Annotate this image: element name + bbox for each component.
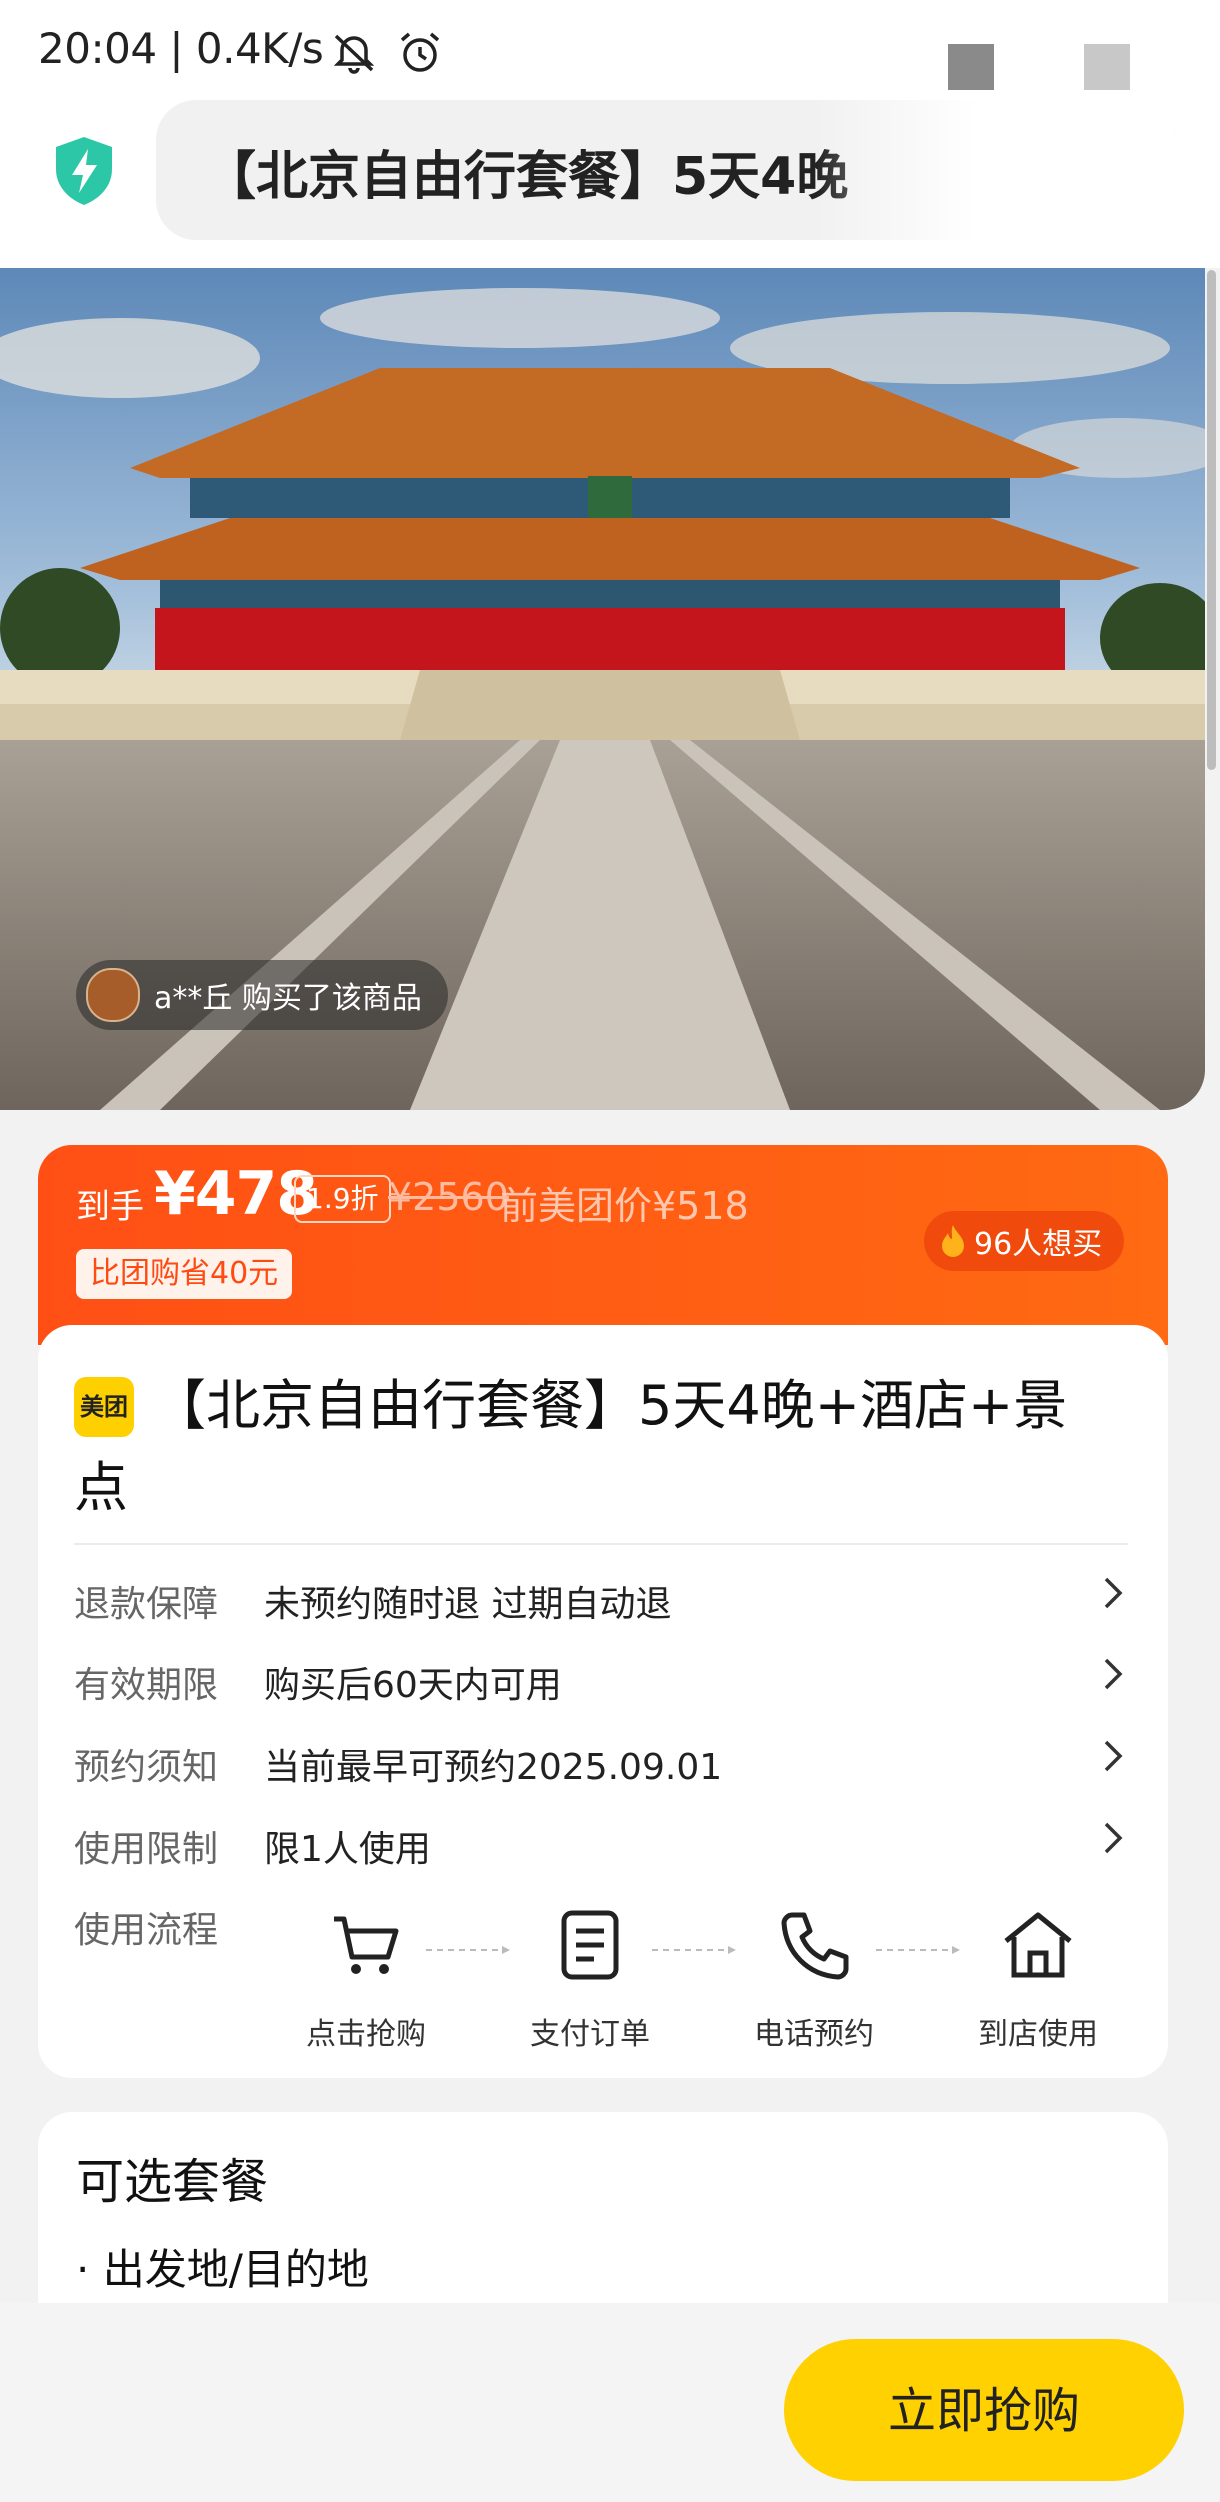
page-title: 【北京自由行套餐】5天4晚	[204, 147, 849, 207]
wants-count-badge: 96人想买	[924, 1211, 1125, 1271]
chevron-right-icon	[1104, 1740, 1123, 1772]
phone-icon	[781, 1912, 849, 1980]
step-label: 到店使用	[978, 2017, 1098, 2052]
status-bar: 20:04 | 0.4K/s	[0, 0, 1220, 100]
product-title: 【北京自由行套餐】5天4晚+酒店+景点	[74, 1374, 1068, 1519]
step-label: 点击抢购	[306, 2017, 426, 2052]
option-item-label: 出发地/目的地	[102, 2245, 369, 2294]
document-icon	[561, 1910, 619, 1980]
home-icon	[1004, 1912, 1072, 1978]
final-price: ¥478	[154, 1159, 318, 1229]
step-label: 支付订单	[530, 2017, 650, 2052]
title-bar[interactable]: 【北京自由行套餐】5天4晚	[156, 100, 1176, 240]
booking-row[interactable]: 预约须知 当前最早可预约2025.09.01	[38, 1738, 1168, 1798]
alarm-icon	[400, 32, 440, 72]
usage-process: 点击抢购 支付订单 电话预约 到店使用	[38, 1905, 1168, 2055]
mute-icon	[333, 34, 375, 74]
cart-icon	[334, 1916, 399, 1974]
shield-lightning-icon[interactable]	[52, 135, 116, 207]
row-label: 使用限制	[74, 1829, 219, 1870]
avatar	[86, 968, 140, 1022]
row-value: 购买后60天内可用	[264, 1665, 562, 1706]
savings-tag: 比团购省40元	[76, 1249, 293, 1299]
wants-count-text: 96人想买	[974, 1227, 1103, 1262]
dashed-arrow	[652, 1946, 736, 1954]
step-visit: 到店使用	[968, 1905, 1108, 2053]
step-cart: 点击抢购	[296, 1905, 436, 2053]
discount-badge: 1.9折	[294, 1175, 391, 1223]
meituan-brand-badge: 美团	[74, 1377, 134, 1437]
price-prefix: 到手	[76, 1187, 144, 1227]
bullet: ·	[76, 2245, 103, 2294]
title-fade	[816, 100, 1176, 240]
recent-buyer-notice: a**丘 购买了该商品	[76, 960, 448, 1030]
usage-limit-row[interactable]: 使用限制 限1人使用	[38, 1820, 1168, 1880]
validity-row[interactable]: 有效期限 购买后60天内可用	[38, 1656, 1168, 1716]
original-price: ¥2560	[388, 1175, 509, 1219]
row-label: 退款保障	[74, 1584, 219, 1625]
options-title: 可选套餐	[76, 2154, 269, 2210]
status-time: 20:04 | 0.4K/s	[38, 24, 324, 73]
buy-now-button[interactable]: 立即抢购	[784, 2339, 1184, 2481]
row-value: 限1人使用	[264, 1829, 431, 1870]
chevron-right-icon	[1104, 1822, 1123, 1854]
price-banner: 到手 ¥478 1.9折 ¥2560 前美团价¥518 比团购省40元 96人想…	[38, 1145, 1168, 1345]
row-value: 当前最早可预约2025.09.01	[264, 1747, 723, 1788]
row-value: 未预约随时退 过期自动退	[264, 1584, 672, 1625]
reference-price: 前美团价¥518	[500, 1184, 749, 1228]
fire-icon	[942, 1225, 964, 1257]
divider	[74, 1543, 1128, 1545]
step-label: 电话预约	[754, 2017, 874, 2052]
signal-icon	[948, 44, 994, 90]
battery-icon	[1084, 44, 1130, 90]
bottom-action-bar: 立即抢购	[0, 2303, 1220, 2502]
scrollbar[interactable]	[1207, 270, 1216, 770]
row-label: 有效期限	[74, 1665, 219, 1706]
refund-row[interactable]: 退款保障 未预约随时退 过期自动退	[38, 1575, 1168, 1635]
chevron-right-icon	[1104, 1658, 1123, 1690]
step-pay: 支付订单	[520, 1905, 660, 2053]
chevron-right-icon	[1104, 1577, 1123, 1609]
header: 【北京自由行套餐】5天4晚	[0, 100, 1220, 268]
dashed-arrow	[876, 1946, 960, 1954]
step-call: 电话预约	[744, 1905, 884, 2053]
row-label: 预约须知	[74, 1747, 219, 1788]
dashed-arrow	[426, 1946, 510, 1954]
option-item[interactable]: · 出发地/目的地	[76, 2236, 369, 2297]
buyer-notice-text: a**丘 购买了该商品	[154, 981, 422, 1016]
product-info-card: 【北京自由行套餐】5天4晚+酒店+景点 美团 退款保障 未预约随时退 过期自动退…	[38, 1325, 1168, 2078]
